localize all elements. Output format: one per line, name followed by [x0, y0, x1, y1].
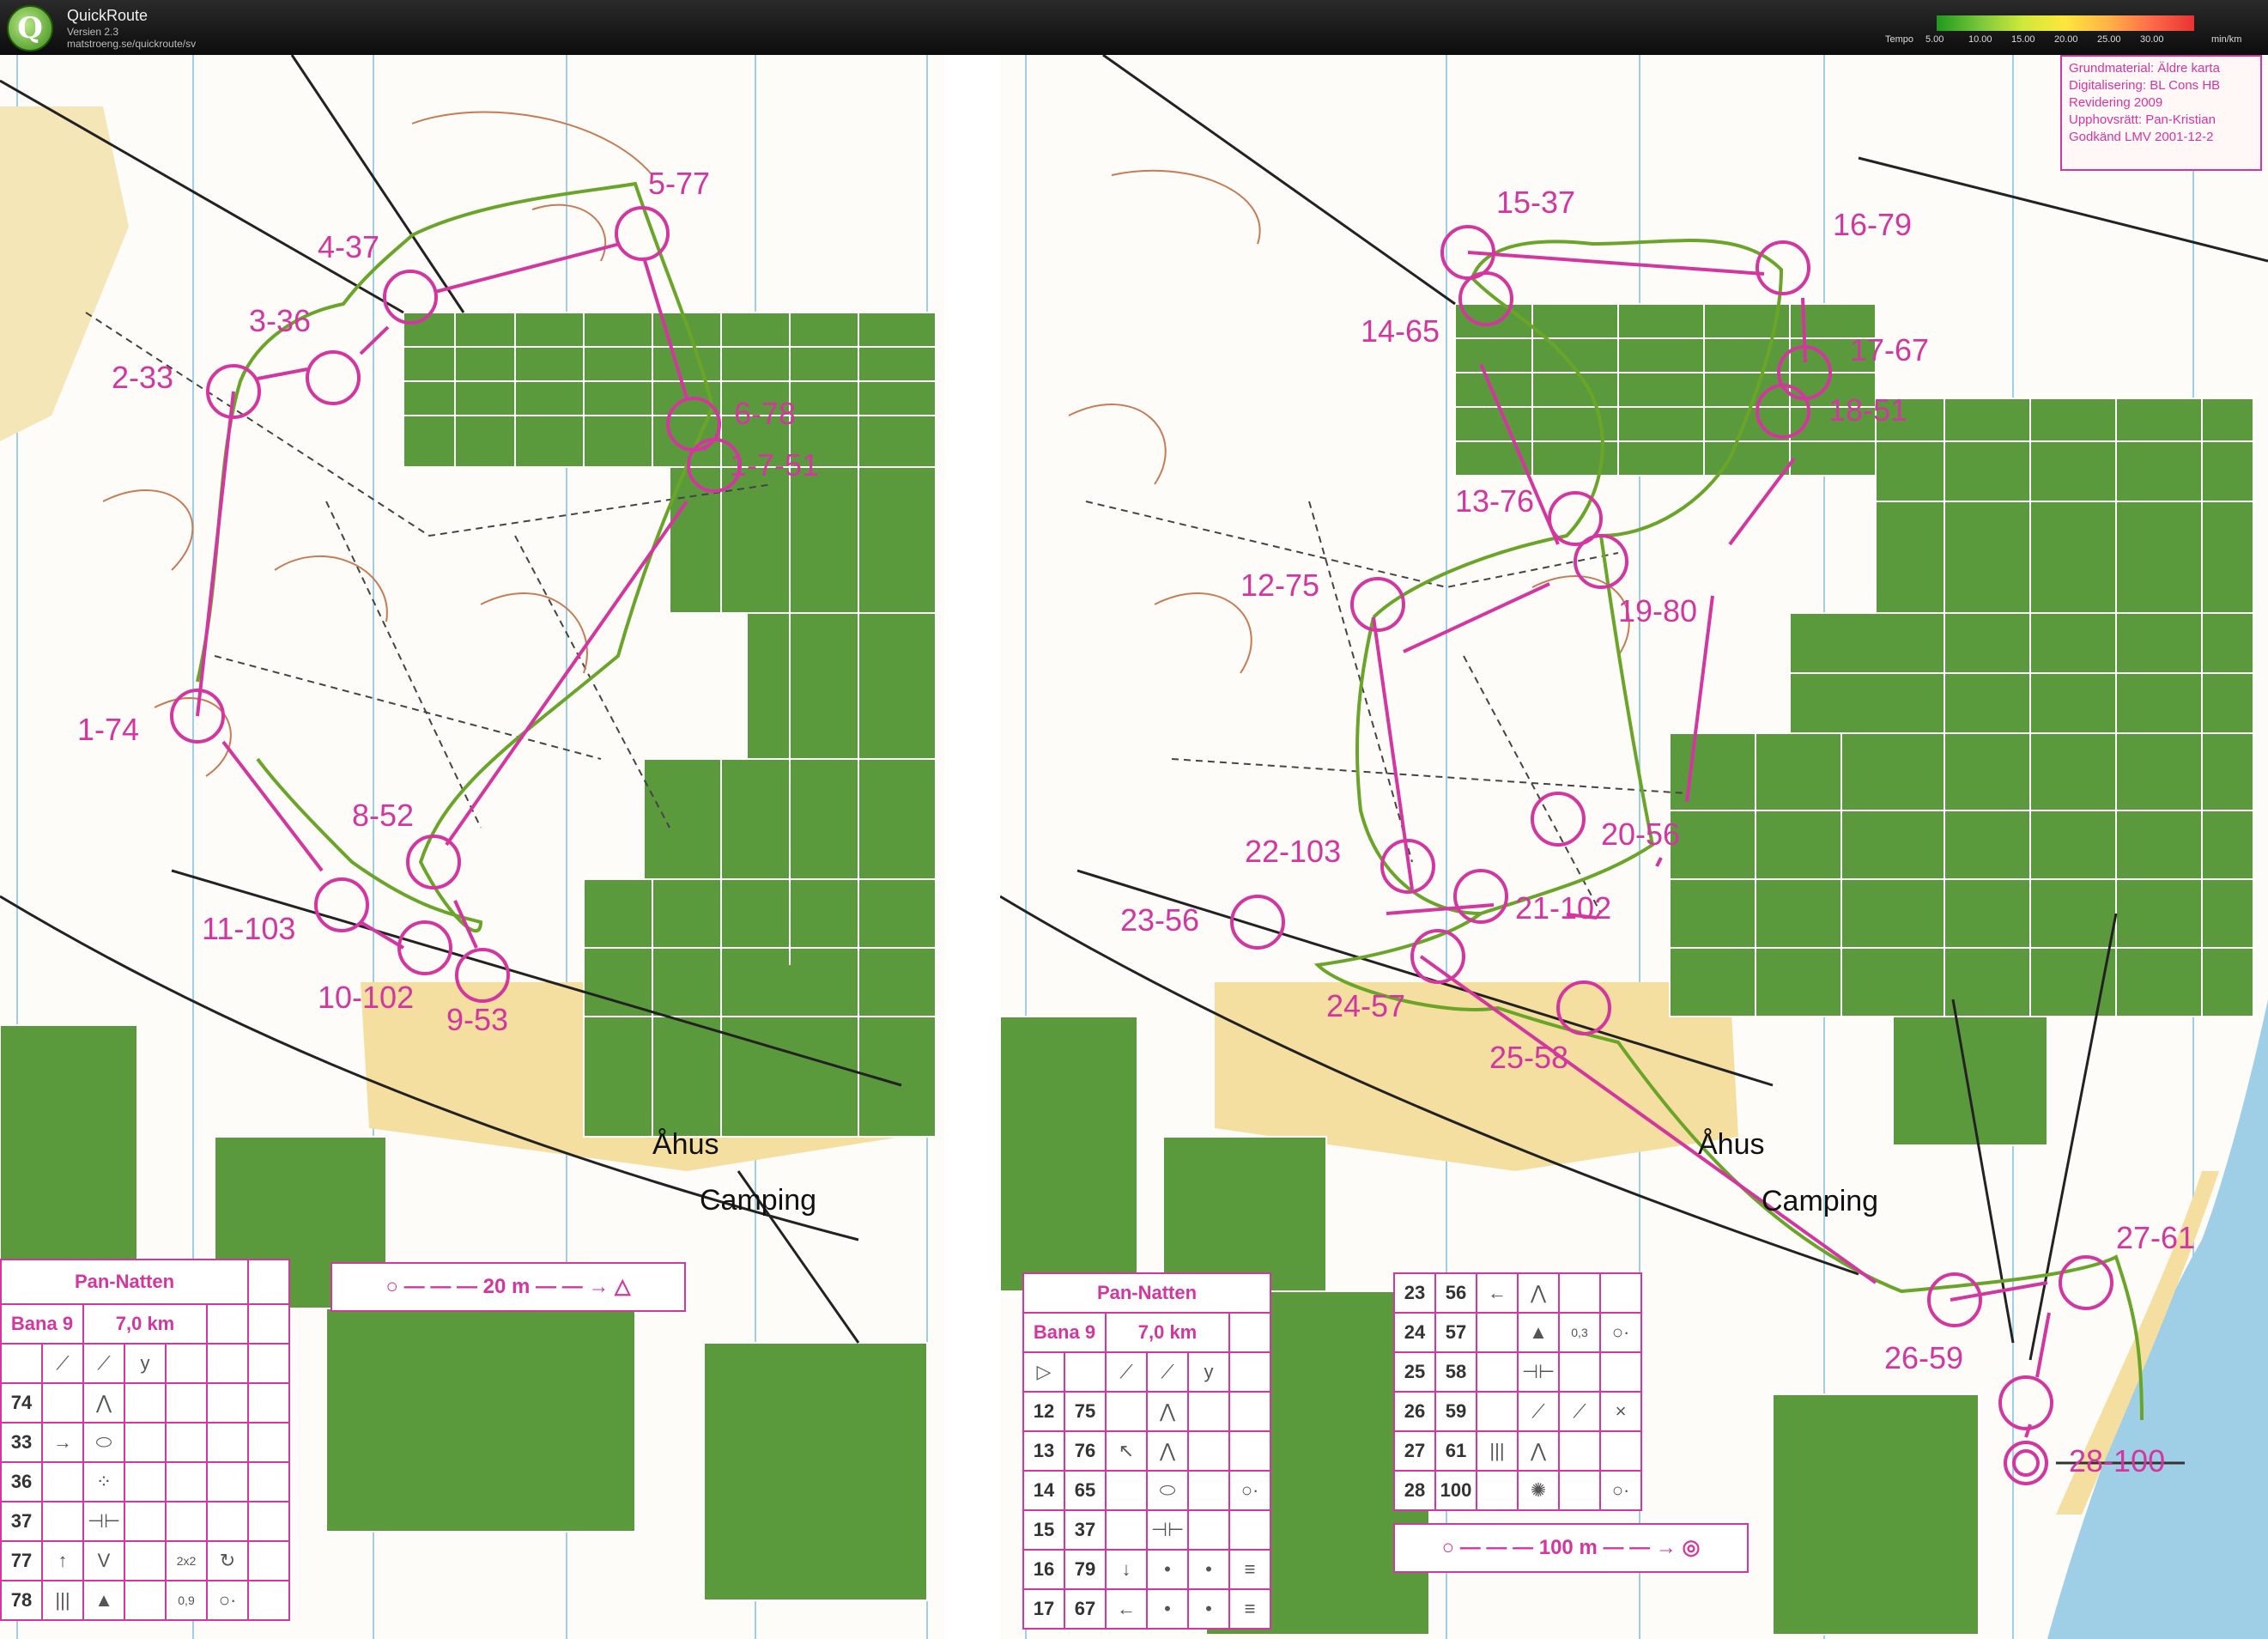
description-row: 17 67 ← • • ≡ [1022, 1588, 1271, 1630]
description-row: 14 65 ⬭ ○· [1022, 1470, 1271, 1511]
tempo-tick: 5.00 [1925, 34, 1944, 45]
control-description-right-a: Pan-Natten Bana 9 7,0 km ▷ ⟋ ⟋ y 12 75 ⋀ 13… [1022, 1272, 1271, 1630]
control-label: 13-76 [1455, 483, 1534, 519]
map-place-label: Camping [1762, 1185, 1878, 1217]
map-place-label: Åhus [1698, 1128, 1765, 1161]
tempo-tick: 15.00 [2011, 34, 2035, 45]
control-label: 1-74 [77, 712, 139, 747]
credit-line: Godkänd LMV 2001-12-2 [2069, 130, 2214, 144]
control-label: 12-75 [1240, 568, 1319, 603]
description-row: 33 → ⬭ [0, 1422, 290, 1463]
map-panel-right[interactable]: 12-75 13-76 14-65 15-37 16-79 17-67 18-51 19-80… [1000, 55, 2268, 1639]
control-label: 26-59 [1884, 1340, 1963, 1375]
control-label: 11-103 [202, 911, 295, 946]
quickroute-logo-icon: Q [7, 5, 53, 52]
description-row: 23 56 ← ⋀ [1393, 1272, 1642, 1314]
control-label: 15-37 [1496, 185, 1575, 220]
description-row: 74 ⋀ [0, 1382, 290, 1424]
course-name: Bana 9 [1022, 1312, 1107, 1353]
description-row: 13 76 ↖ ⋀ [1022, 1430, 1271, 1472]
control-label: 19-80 [1618, 593, 1697, 628]
description-row: 78 ||| ▲ 0,9 ○· [0, 1580, 290, 1621]
description-row: 28 100 ✺ ○· [1393, 1470, 1642, 1511]
app-name: QuickRoute [67, 7, 149, 24]
control-label: 18-51 [1828, 392, 1907, 428]
description-row: 12 75 ⋀ [1022, 1391, 1271, 1432]
map-place-label: Åhus [652, 1128, 719, 1161]
control-description-right-b: 23 56 ← ⋀ 24 57 ▲ 0,3 ○· 25 58 ⊣⊢ 26 59 … [1393, 1272, 1642, 1511]
tempo-tick: 30.00 [2140, 34, 2164, 45]
credit-line: Digitalisering: BL Cons HB [2069, 78, 2221, 93]
description-row: 77 ↑ V 2x2 ↻ [0, 1540, 290, 1581]
course-length: 7,0 km [1105, 1312, 1230, 1353]
course-name: Bana 9 [0, 1303, 84, 1345]
control-label: 2-33 [112, 360, 173, 395]
control-label: 10-102 [318, 980, 414, 1015]
event-name: Pan-Natten [1022, 1272, 1271, 1314]
control-label: 16-79 [1833, 207, 1912, 242]
credit-line: Revidering 2009 [2069, 95, 2163, 110]
tempo-label: Tempo [1885, 34, 1914, 45]
control-label: 6-78 [734, 396, 796, 431]
tempo-unit: min/km [2211, 34, 2242, 45]
control-label: 14-65 [1361, 313, 1440, 349]
event-name: Pan-Natten [0, 1259, 249, 1305]
control-label: 9-53 [446, 1002, 508, 1037]
control-label: 28-100 [2069, 1443, 2165, 1478]
tempo-tick: 25.00 [2097, 34, 2121, 45]
description-row: 36 ⁘ [0, 1461, 290, 1502]
app-url: matstroeng.se/quickroute/sv [67, 38, 197, 50]
description-row: 25 58 ⊣⊢ [1393, 1351, 1642, 1393]
app-version: Versien 2.3 [67, 26, 119, 38]
map-credits-box: Grundmaterial: Äldre karta Digitaliserin… [2060, 55, 2262, 171]
control-label: 24-57 [1326, 988, 1405, 1023]
credit-line: Grundmaterial: Äldre karta [2069, 61, 2220, 76]
control-label: 23-56 [1120, 902, 1199, 938]
control-label: 5-77 [648, 166, 710, 201]
description-row: 24 57 ▲ 0,3 ○· [1393, 1312, 1642, 1353]
control-description-left: Pan-Natten Bana 9 7,0 km ⟋ ⟋ y 74 ⋀ 33 → ⬭… [0, 1259, 290, 1621]
credit-line: Upphovsrätt: Pan-Kristian [2069, 112, 2216, 127]
control-label: 3-36 [249, 303, 311, 338]
control-label: 17-67 [1850, 332, 1929, 367]
tempo-tick: 10.00 [1968, 34, 1992, 45]
panel-divider [944, 55, 1000, 1639]
control-label: 21-102 [1515, 890, 1611, 926]
description-row: 27 61 ||| ⋀ [1393, 1430, 1642, 1472]
control-label: 8-52 [352, 798, 414, 833]
tempo-color-scale [1937, 15, 2194, 31]
description-row: 16 79 ↓ • • ≡ [1022, 1549, 1271, 1590]
control-label: 25-58 [1489, 1040, 1568, 1075]
course-length: 7,0 km [82, 1303, 208, 1345]
control-label: 20-56 [1601, 816, 1680, 852]
distance-legend-left: ○ — — — 20 m — — → △ [330, 1262, 686, 1312]
description-row: 37 ⊣⊢ [0, 1501, 290, 1542]
map-panel-left[interactable]: 1-74 2-33 3-36 4-37 5-77 6-78 1-7-51 8-52 9-53 10… [0, 55, 944, 1639]
description-row: 26 59 ⟋ ⟋ × [1393, 1391, 1642, 1432]
title-bar: Q QuickRoute Versien 2.3 matstroeng.se/q… [0, 0, 2268, 55]
distance-legend-right: ○ — — — 100 m — — → ◎ [1393, 1523, 1749, 1573]
control-label: 22-103 [1245, 834, 1341, 869]
control-label: 27-61 [2116, 1220, 2195, 1255]
map-place-label: Camping [700, 1184, 816, 1217]
description-row: 15 37 ⊣⊢ [1022, 1509, 1271, 1551]
control-label: 4-37 [318, 229, 379, 264]
control-label: 1-7-51 [730, 447, 819, 483]
tempo-tick: 20.00 [2054, 34, 2078, 45]
